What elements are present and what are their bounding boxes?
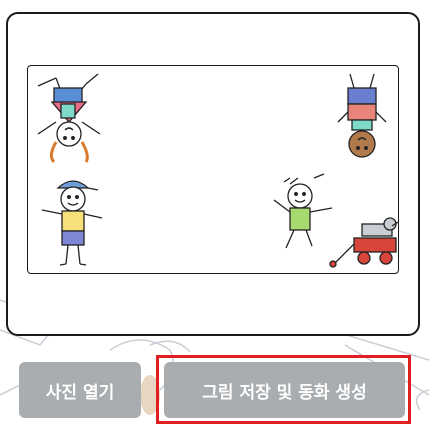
kid-boy-cap-illustration <box>41 180 103 266</box>
drawing-canvas[interactable] <box>27 65 399 274</box>
dog-wagon-illustration <box>329 217 399 268</box>
kid-jumping-girl-illustration <box>273 173 333 249</box>
kid-upside-down-girl-illustration <box>37 73 101 164</box>
save-and-generate-button[interactable]: 그림 저장 및 동화 생성 <box>164 362 405 418</box>
kid-upside-down-boy-illustration <box>337 73 387 158</box>
open-photo-button[interactable]: 사진 열기 <box>19 362 141 418</box>
